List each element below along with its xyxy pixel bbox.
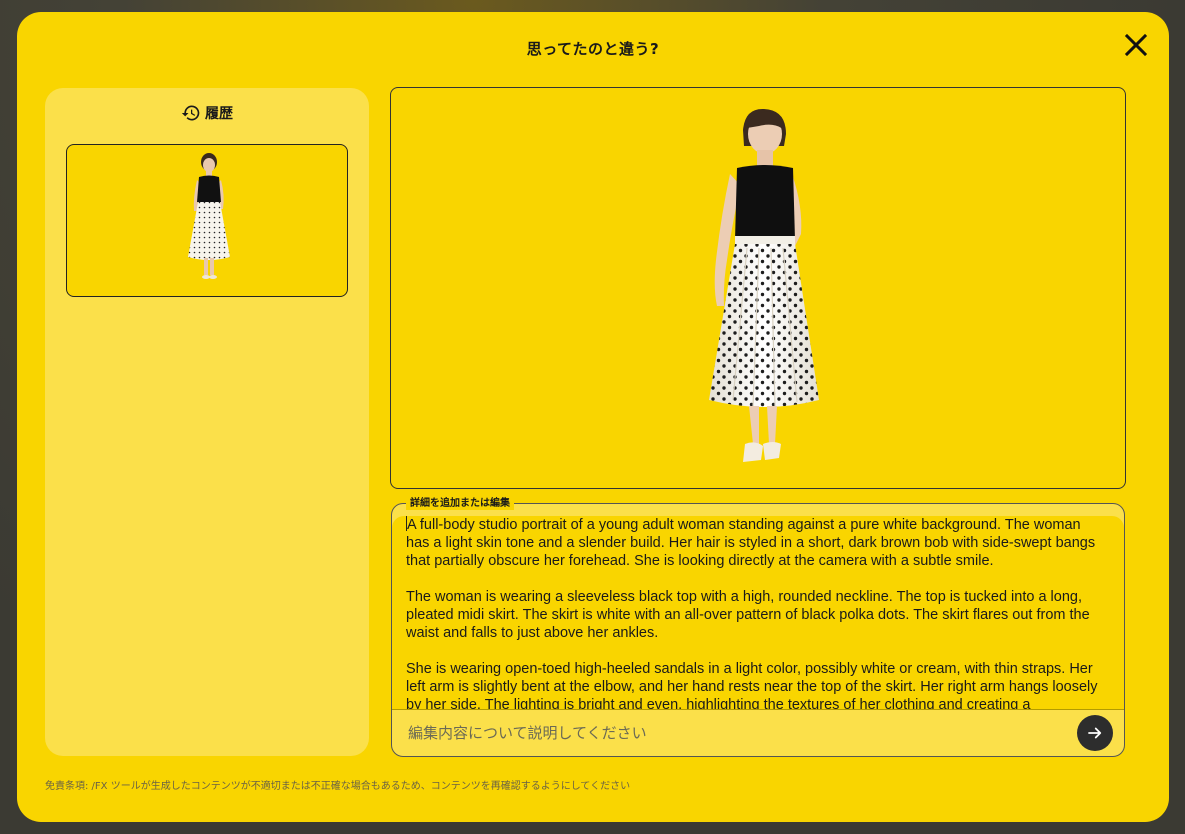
- history-panel: 履歴: [45, 88, 369, 756]
- prompt-paragraph: A full-body studio portrait of a young a…: [406, 517, 1096, 569]
- edit-instruction-input[interactable]: [406, 723, 1069, 743]
- edit-modal: 思ってたのと違う? 履歴 詳細を追加または編集 A full-body stud…: [17, 12, 1169, 822]
- prompt-textarea[interactable]: A full-body studio portrait of a young a…: [392, 516, 1124, 709]
- modal-title: 思ってたのと違う?: [526, 40, 660, 58]
- history-thumbnail-image: [188, 153, 230, 279]
- edit-prompt-box: 詳細を追加または編集 A full-body studio portrait o…: [391, 497, 1125, 757]
- close-button[interactable]: [1121, 30, 1151, 60]
- preview-image: [709, 108, 819, 462]
- close-icon: [1124, 33, 1148, 57]
- history-icon: [181, 105, 200, 121]
- preview-image-frame: [390, 87, 1126, 489]
- submit-button[interactable]: [1077, 715, 1113, 751]
- disclaimer-text: 免責条項: /FX ツールが生成したコンテンツが不適切または不正確な場合もあるた…: [45, 781, 631, 792]
- history-title: 履歴: [205, 106, 233, 122]
- instruction-row: [392, 710, 1124, 756]
- history-item[interactable]: [66, 144, 348, 297]
- history-header: 履歴: [45, 102, 369, 124]
- arrow-right-icon: [1088, 727, 1102, 739]
- prompt-paragraph: The woman is wearing a sleeveless black …: [406, 589, 1090, 641]
- edit-legend: 詳細を追加または編集: [406, 497, 514, 510]
- prompt-paragraph: She is wearing open-toed high-heeled san…: [406, 661, 1098, 709]
